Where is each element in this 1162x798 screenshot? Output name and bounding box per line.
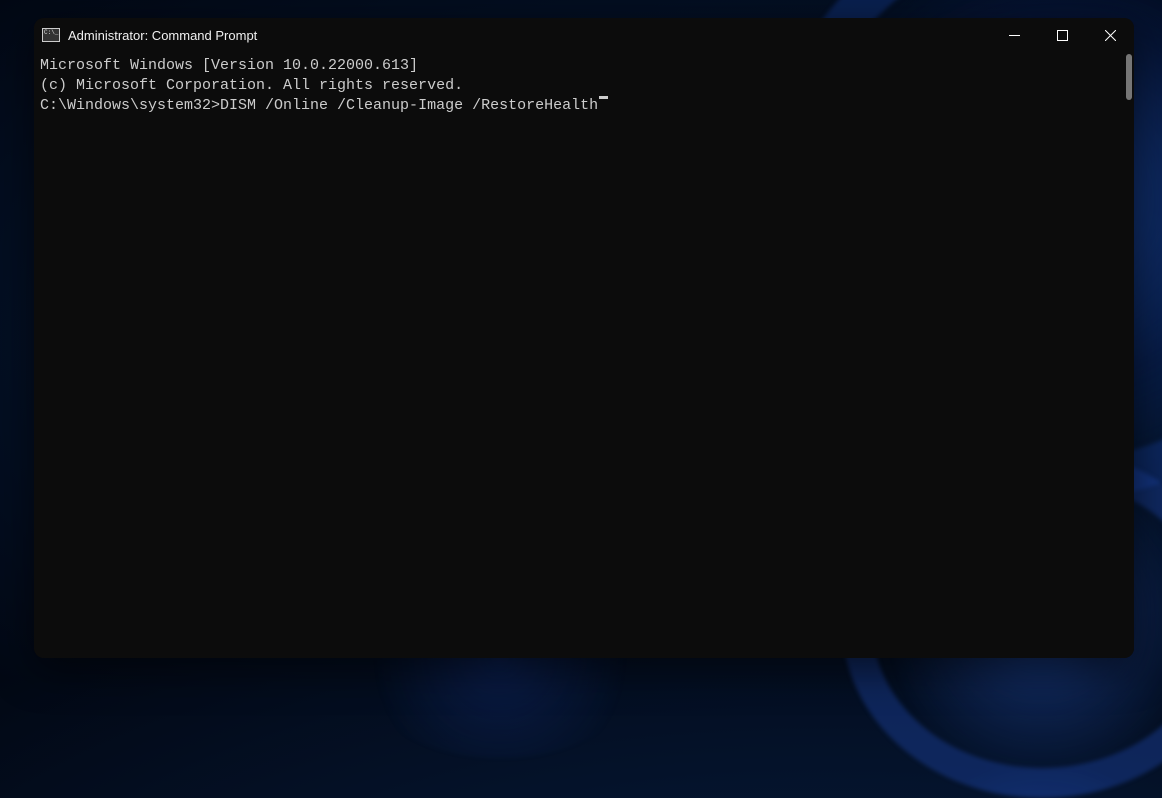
close-icon [1105,30,1116,41]
terminal-cursor [599,96,608,99]
terminal-command-input[interactable]: DISM /Online /Cleanup-Image /RestoreHeal… [220,96,598,116]
close-button[interactable] [1086,18,1134,52]
minimize-icon [1009,30,1020,41]
cmd-icon [42,28,60,42]
terminal-line: Microsoft Windows [Version 10.0.22000.61… [40,56,1128,76]
terminal-line: (c) Microsoft Corporation. All rights re… [40,76,1128,96]
window-title: Administrator: Command Prompt [68,28,257,43]
maximize-icon [1057,30,1068,41]
terminal-prompt-line: C:\Windows\system32>DISM /Online /Cleanu… [40,96,1128,116]
minimize-button[interactable] [990,18,1038,52]
title-bar[interactable]: Administrator: Command Prompt [34,18,1134,52]
command-prompt-window: Administrator: Command Prompt Microsoft … [34,18,1134,658]
scrollbar-thumb[interactable] [1126,54,1132,100]
terminal-output-area[interactable]: Microsoft Windows [Version 10.0.22000.61… [34,52,1134,658]
window-controls [990,18,1134,52]
terminal-prompt: C:\Windows\system32> [40,96,220,116]
maximize-button[interactable] [1038,18,1086,52]
